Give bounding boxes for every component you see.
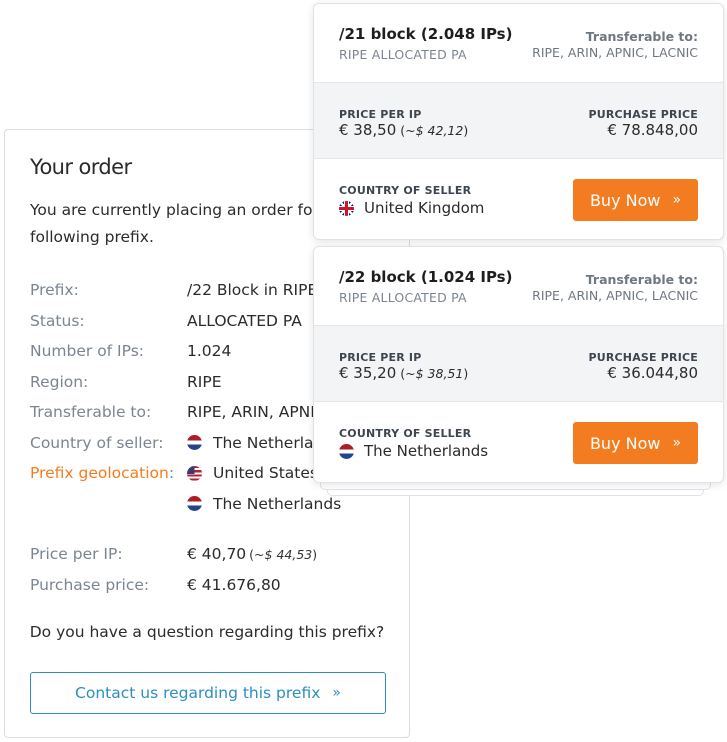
offer-type: RIPE ALLOCATED PA [339,290,467,305]
offer-header: /22 block (1.024 IPs) RIPE ALLOCATED PA … [314,247,723,326]
offer-transferable-value: RIPE, ARIN, APNIC, LACNIC [532,45,698,60]
offer-price-per-ip-label: PRICE PER IP [339,351,422,364]
geolocation-country: United States [213,464,318,483]
geolocation-value-2: The Netherlands [187,495,341,513]
order-title: Your order [30,155,132,179]
contact-button[interactable]: Contact us regarding this prefix » [30,672,386,714]
region-label: Region: [30,372,89,391]
geolocation-colon: : [168,464,175,483]
chevron-right-icon: » [332,685,341,701]
offer-seller-country: The Netherlands [339,442,488,460]
offer-purchase-price: € 78.848,00 [607,121,698,139]
offer-pricing: PRICE PER IP € 35,20 (~$ 38,51) PURCHASE… [314,326,723,402]
offer-footer: COUNTRY OF SELLER United Kingdom Buy Now… [314,159,723,239]
offer-seller-country: United Kingdom [339,199,484,217]
offer-purchase-price-label: PURCHASE PRICE [588,108,698,121]
offer-header: /21 block (2.048 IPs) RIPE ALLOCATED PA … [314,4,723,83]
ips-label: Number of IPs: [30,342,145,361]
price-per-ip-label: Price per IP: [30,545,123,564]
price-per-ip-usd: (~$ 44,53) [249,546,318,562]
chevron-right-icon: » [672,435,682,451]
offer-seller-label: COUNTRY OF SELLER [339,184,472,197]
offer-block-title: /22 block (1.024 IPs) [339,268,513,286]
order-intro: You are currently placing an order for t… [30,201,350,246]
offer-card: /21 block (2.048 IPs) RIPE ALLOCATED PA … [313,3,724,240]
offer-seller-label: COUNTRY OF SELLER [339,427,472,440]
offer-pricing: PRICE PER IP € 38,50 (~$ 42,12) PURCHASE… [314,83,723,159]
price-per-ip-value: € 40,70 [187,545,247,564]
seller-country-label: Country of seller: [30,433,164,452]
united-states-flag-icon [187,465,202,481]
offer-price-per-ip: € 35,20 (~$ 38,51) [339,364,469,382]
offer-transferable-label: Transferable to: [585,272,698,287]
region-value: RIPE [187,372,222,391]
geolocation-label-wrap: Prefix geolocation: [30,464,187,482]
offer-card: /22 block (1.024 IPs) RIPE ALLOCATED PA … [313,246,724,483]
question-text: Do you have a question regarding this pr… [29,623,385,641]
geolocation-country: The Netherlands [213,494,342,513]
prefix-value: /22 Block in RIPE [187,281,318,300]
offer-transferable-label: Transferable to: [585,29,698,44]
chevron-right-icon: » [672,192,682,208]
offer-price-per-ip: € 38,50 (~$ 42,12) [339,121,469,139]
offer-price-per-ip-label: PRICE PER IP [339,108,422,121]
transferable-label: Transferable to: [30,403,152,422]
prefix-label: Prefix: [30,281,79,300]
purchase-price-value: € 41.676,80 [187,575,281,594]
price-per-ip-row: Price per IP: € 40,70 (~$ 44,53) [30,539,410,570]
buy-now-button[interactable]: Buy Now » [573,422,698,464]
transferable-value: RIPE, ARIN, APNIC [187,403,326,422]
geolocation-link[interactable]: Prefix geolocation [30,464,169,482]
buy-now-button[interactable]: Buy Now » [573,179,698,221]
status-value: ALLOCATED PA [187,311,302,330]
offer-block-title: /21 block (2.048 IPs) [339,25,513,43]
netherlands-flag-icon [187,496,202,512]
geolocation-value-1: United States [187,464,318,482]
offer-type: RIPE ALLOCATED PA [339,47,467,62]
ips-value: 1.024 [187,342,232,361]
offer-purchase-price-label: PURCHASE PRICE [588,351,698,364]
offer-footer: COUNTRY OF SELLER The Netherlands Buy No… [314,402,723,482]
card-stack-shadow [320,482,711,490]
offer-purchase-price: € 36.044,80 [607,364,698,382]
status-label: Status: [30,311,85,330]
netherlands-flag-icon [187,435,202,451]
united-kingdom-flag-icon [339,200,354,216]
purchase-price-label: Purchase price: [30,575,150,594]
offer-transferable-value: RIPE, ARIN, APNIC, LACNIC [532,288,698,303]
contact-button-label: Contact us regarding this prefix [75,684,321,702]
purchase-price-row: Purchase price: € 41.676,80 [30,570,410,601]
netherlands-flag-icon [339,443,354,459]
